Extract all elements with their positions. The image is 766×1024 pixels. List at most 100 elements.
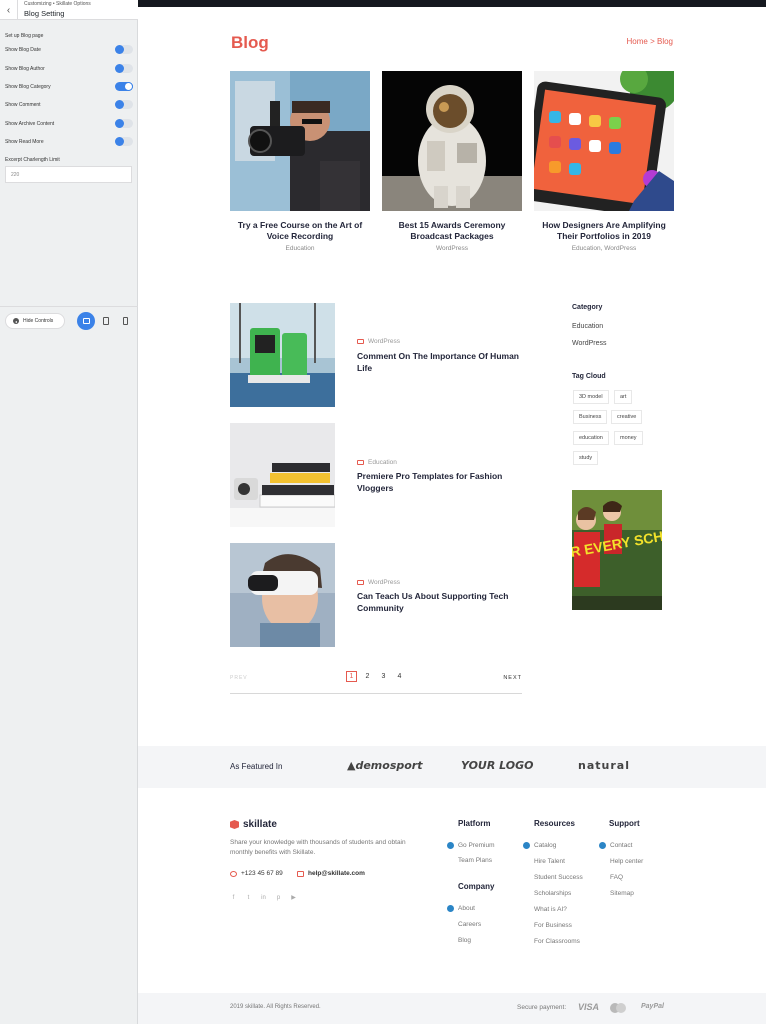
- footer-brand[interactable]: skillate: [230, 819, 277, 830]
- category-heading: Category: [572, 304, 603, 311]
- tag[interactable]: Business: [573, 410, 608, 424]
- ad-banner[interactable]: FOR EVERY SCHOOL DAY: [572, 490, 662, 610]
- footer-email[interactable]: help@skillate.com: [297, 870, 365, 877]
- tablet-preview-button[interactable]: [103, 317, 109, 325]
- featured-image-camera[interactable]: [230, 71, 370, 211]
- tag-cloud-heading: Tag Cloud: [572, 373, 606, 380]
- footer-link[interactable]: Hire Talent: [534, 858, 565, 865]
- featured-post-category[interactable]: Education: [230, 245, 370, 252]
- next-link[interactable]: NEXT: [503, 675, 522, 681]
- toggle-show-archive-content[interactable]: [115, 119, 133, 128]
- footer-link[interactable]: Help center: [610, 858, 643, 865]
- page-link[interactable]: 3: [378, 671, 389, 682]
- featured-post-category[interactable]: Education, WordPress: [534, 245, 674, 252]
- footer-link[interactable]: Blog: [458, 937, 471, 944]
- tag[interactable]: money: [614, 431, 643, 445]
- footer-link[interactable]: Catalog: [534, 842, 556, 849]
- tag[interactable]: art: [614, 390, 633, 404]
- secure-payment-label: Secure payment:: [517, 1004, 567, 1011]
- post-image-vr-headset[interactable]: [230, 543, 335, 647]
- skillate-logo-icon: [230, 820, 239, 829]
- footer-link[interactable]: Scholarships: [534, 890, 571, 897]
- post-category[interactable]: Education: [357, 459, 397, 466]
- tag[interactable]: study: [573, 451, 599, 465]
- brand-name: skillate: [243, 819, 277, 830]
- page-link[interactable]: 2: [362, 671, 373, 682]
- toggle-row-archive-content: Show Archive Content: [5, 119, 133, 129]
- footer-link[interactable]: For Classrooms: [534, 938, 580, 945]
- breadcrumb[interactable]: Home > Blog: [627, 37, 673, 46]
- site-top-bar: [138, 0, 766, 7]
- hide-controls-button[interactable]: ◂ Hide Controls: [5, 313, 65, 329]
- excerpt-label: Excerpt Charlength Limit: [5, 157, 60, 163]
- footer-link[interactable]: Sitemap: [610, 890, 634, 897]
- featured-image-tablet[interactable]: [534, 71, 674, 211]
- post-title[interactable]: Premiere Pro Templates for Fashion Vlogg…: [357, 470, 522, 494]
- footer-phone[interactable]: +123 45 67 89: [230, 870, 283, 877]
- toggle-show-blog-date[interactable]: [115, 45, 133, 54]
- page-link[interactable]: 1: [346, 671, 357, 682]
- post-category-label: WordPress: [368, 579, 401, 586]
- footer-link[interactable]: About: [458, 905, 475, 912]
- footer-link[interactable]: Careers: [458, 921, 481, 928]
- toggle-show-blog-category[interactable]: [115, 82, 133, 91]
- toggle-show-read-more[interactable]: [115, 137, 133, 146]
- linkedin-icon[interactable]: in: [260, 894, 267, 901]
- desktop-preview-button[interactable]: [77, 312, 95, 330]
- excerpt-length-input[interactable]: [5, 166, 132, 183]
- toggle-label: Show Blog Date: [5, 47, 41, 53]
- back-button[interactable]: ‹: [0, 0, 18, 20]
- edit-shortcut-icon[interactable]: [446, 904, 455, 913]
- hide-controls-label: Hide Controls: [23, 318, 54, 324]
- footer-link[interactable]: What is AI?: [534, 906, 567, 913]
- category-link[interactable]: WordPress: [572, 340, 607, 347]
- toggle-show-blog-author[interactable]: [115, 64, 133, 73]
- support-heading: Support: [609, 819, 640, 828]
- post-image-books[interactable]: [230, 423, 335, 527]
- footer-link[interactable]: Team Plans: [458, 857, 492, 864]
- tag[interactable]: education: [573, 431, 609, 445]
- post-category-label: Education: [368, 459, 397, 466]
- customizer-panel: ‹ Customizing • Skillate Options Blog Se…: [0, 0, 138, 1024]
- phone-icon: [230, 870, 237, 877]
- toggle-label: Show Blog Author: [5, 66, 45, 72]
- hide-icon: ◂: [13, 318, 19, 324]
- tag[interactable]: 3D model: [573, 390, 609, 404]
- mastercard-logo: [610, 1003, 626, 1013]
- post-category[interactable]: WordPress: [357, 579, 400, 586]
- footer-link[interactable]: Student Success: [534, 874, 583, 881]
- page-link[interactable]: 4: [394, 671, 405, 682]
- toggle-show-comment[interactable]: [115, 100, 133, 109]
- youtube-icon[interactable]: ▶: [290, 894, 297, 901]
- featured-post-title[interactable]: How Designers Are Amplifying Their Portf…: [534, 220, 674, 242]
- pinterest-icon[interactable]: p: [275, 894, 282, 901]
- toggle-label: Show Blog Category: [5, 84, 51, 90]
- logo-demosport: ▲demosport: [347, 759, 423, 772]
- featured-image-astronaut[interactable]: [382, 71, 522, 211]
- edit-shortcut-icon[interactable]: [446, 841, 455, 850]
- featured-post-title[interactable]: Try a Free Course on the Art of Voice Re…: [230, 220, 370, 242]
- logo-natural: natural: [578, 759, 630, 772]
- featured-post-category[interactable]: WordPress: [382, 245, 522, 252]
- footer-link[interactable]: Go Premium: [458, 842, 494, 849]
- facebook-icon[interactable]: f: [230, 894, 237, 901]
- footer-link[interactable]: For Business: [534, 922, 572, 929]
- footer-link[interactable]: Contact: [610, 842, 632, 849]
- resources-heading: Resources: [534, 819, 575, 828]
- edit-shortcut-icon[interactable]: [598, 841, 607, 850]
- post-category[interactable]: WordPress: [357, 338, 400, 345]
- twitter-icon[interactable]: t: [245, 894, 252, 901]
- featured-post-title[interactable]: Best 15 Awards Ceremony Broadcast Packag…: [382, 220, 522, 242]
- post-image-phone-booth[interactable]: [230, 303, 335, 407]
- mobile-preview-button[interactable]: [123, 317, 128, 325]
- category-link[interactable]: Education: [572, 323, 603, 330]
- copyright: 2019 skillate. All Rights Reserved.: [230, 1004, 321, 1010]
- toggle-row-blog-author: Show Blog Author: [5, 64, 133, 74]
- tag[interactable]: creative: [611, 410, 643, 424]
- post-title[interactable]: Comment On The Importance Of Human Life: [357, 350, 522, 374]
- edit-shortcut-icon[interactable]: [522, 841, 531, 850]
- customizer-breadcrumb: Customizing • Skillate Options: [24, 1, 91, 7]
- prev-link[interactable]: PREV: [230, 675, 248, 681]
- footer-link[interactable]: FAQ: [610, 874, 623, 881]
- post-title[interactable]: Can Teach Us About Supporting Tech Commu…: [357, 590, 522, 614]
